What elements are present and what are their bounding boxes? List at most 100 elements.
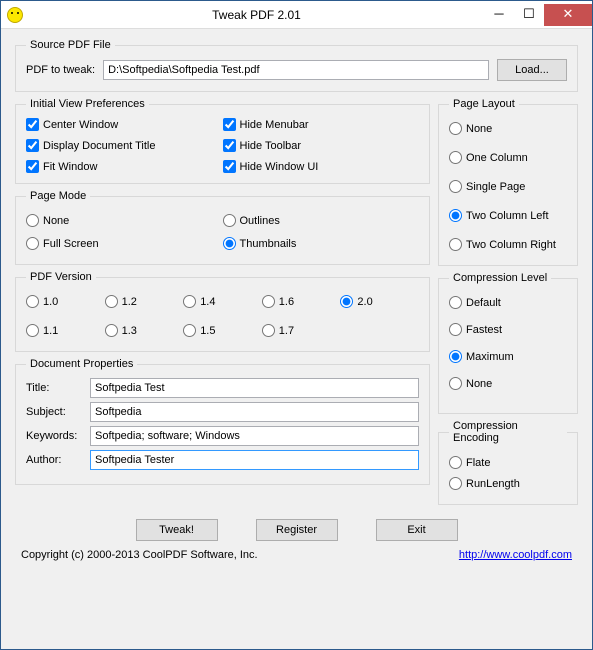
pdf-version-label: 1.5 — [200, 325, 215, 337]
footer: Copyright (c) 2000-2013 CoolPDF Software… — [15, 549, 578, 561]
website-link[interactable]: http://www.coolpdf.com — [459, 549, 572, 561]
initial-view-checkbox[interactable] — [223, 139, 236, 152]
tweak-button[interactable]: Tweak! — [136, 519, 218, 541]
pdf-to-tweak-label: PDF to tweak: — [26, 64, 95, 76]
source-pdf-group: Source PDF File PDF to tweak: Load... — [15, 39, 578, 92]
compression-encoding-item: RunLength — [449, 477, 567, 490]
pdf-version-label: 1.3 — [122, 325, 137, 337]
page-mode-item: Outlines — [223, 214, 420, 227]
page-mode-radio[interactable] — [223, 214, 236, 227]
page-mode-radio[interactable] — [26, 237, 39, 250]
compression-encoding-radio[interactable] — [449, 477, 462, 490]
page-layout-radio[interactable] — [449, 151, 462, 164]
maximize-button[interactable]: ☐ — [514, 4, 544, 26]
initial-view-label: Fit Window — [43, 161, 97, 173]
page-layout-label: Two Column Left — [466, 210, 549, 222]
compression-encoding-label: Flate — [466, 457, 490, 469]
pdf-version-radio[interactable] — [183, 295, 196, 308]
page-layout-radio[interactable] — [449, 238, 462, 251]
pdf-version-radio[interactable] — [26, 324, 39, 337]
compression-level-label: Maximum — [466, 351, 514, 363]
page-layout-radio[interactable] — [449, 122, 462, 135]
subject-input[interactable] — [90, 402, 419, 422]
pdf-version-radio[interactable] — [105, 324, 118, 337]
pdf-version-label: 1.0 — [43, 296, 58, 308]
compression-level-item: Default — [449, 296, 567, 309]
pdf-version-item: 1.0 — [26, 295, 105, 308]
compression-level-item: None — [449, 377, 567, 390]
page-mode-label: None — [43, 215, 69, 227]
pdf-version-group: PDF Version 1.0 1.21.4 1.6 2.0 1.1 1.3 1.5 1.7 — [15, 271, 430, 352]
pdf-version-item: 1.4 — [183, 295, 262, 308]
compression-level-radio[interactable] — [449, 323, 462, 336]
page-mode-item: Thumbnails — [223, 237, 420, 250]
pdf-version-radio[interactable] — [262, 324, 275, 337]
page-mode-label: Full Screen — [43, 238, 99, 250]
page-layout-label: Two Column Right — [466, 239, 556, 251]
compression-level-radio[interactable] — [449, 350, 462, 363]
titlebar: Tweak PDF 2.01 ─ ☐ ✕ — [1, 1, 592, 29]
compression-level-group: Compression Level Default Fastest Maximum N… — [438, 272, 578, 414]
page-layout-item: Two Column Right — [449, 238, 567, 251]
initial-view-checkbox[interactable] — [223, 118, 236, 131]
pdf-version-label: 1.6 — [279, 296, 294, 308]
pdf-version-legend: PDF Version — [26, 271, 96, 283]
page-mode-radio[interactable] — [26, 214, 39, 227]
pdf-path-input[interactable] — [103, 60, 489, 80]
compression-level-radio[interactable] — [449, 377, 462, 390]
close-button[interactable]: ✕ — [544, 4, 592, 26]
doc-props-group: Document Properties Title: Subject: Keyw… — [15, 358, 430, 485]
register-button[interactable]: Register — [256, 519, 338, 541]
content-area: Source PDF File PDF to tweak: Load... In… — [1, 29, 592, 649]
minimize-button[interactable]: ─ — [484, 4, 514, 26]
pdf-version-radio[interactable] — [26, 295, 39, 308]
initial-view-label: Hide Toolbar — [240, 140, 302, 152]
page-mode-label: Thumbnails — [240, 238, 297, 250]
initial-view-checkbox[interactable] — [26, 160, 39, 173]
compression-level-label: Fastest — [466, 324, 502, 336]
initial-view-checkbox[interactable] — [26, 139, 39, 152]
compression-encoding-radio[interactable] — [449, 456, 462, 469]
initial-view-item: Hide Window UI — [223, 160, 420, 173]
exit-button[interactable]: Exit — [376, 519, 458, 541]
doc-props-legend: Document Properties — [26, 358, 137, 370]
initial-view-legend: Initial View Preferences — [26, 98, 149, 110]
pdf-version-radio[interactable] — [105, 295, 118, 308]
compression-level-legend: Compression Level — [449, 272, 551, 284]
compression-level-label: None — [466, 378, 492, 390]
bottom-buttons: Tweak! Register Exit — [15, 519, 578, 541]
pdf-version-item: 1.6 — [262, 295, 341, 308]
compression-level-label: Default — [466, 297, 501, 309]
initial-view-label: Display Document Title — [43, 140, 156, 152]
initial-view-item: Display Document Title — [26, 139, 223, 152]
initial-view-item: Fit Window — [26, 160, 223, 173]
keywords-input[interactable] — [90, 426, 419, 446]
page-mode-radio[interactable] — [223, 237, 236, 250]
page-mode-group: Page Mode None Outlines Full Screen Thumbna… — [15, 190, 430, 265]
initial-view-label: Hide Window UI — [240, 161, 319, 173]
page-layout-radio[interactable] — [449, 209, 462, 222]
pdf-version-radio[interactable] — [262, 295, 275, 308]
load-button[interactable]: Load... — [497, 59, 567, 81]
copyright-text: Copyright (c) 2000-2013 CoolPDF Software… — [21, 549, 258, 561]
pdf-version-item: 1.2 — [105, 295, 184, 308]
page-mode-legend: Page Mode — [26, 190, 90, 202]
compression-encoding-label: RunLength — [466, 478, 520, 490]
title-label: Title: — [26, 382, 82, 394]
compression-encoding-group: Compression Encoding FlateRunLength — [438, 420, 578, 505]
initial-view-checkbox[interactable] — [223, 160, 236, 173]
pdf-version-label: 1.1 — [43, 325, 58, 337]
pdf-version-radio[interactable] — [340, 295, 353, 308]
page-layout-radio[interactable] — [449, 180, 462, 193]
author-input[interactable] — [90, 450, 419, 470]
pdf-version-item: 2.0 — [340, 295, 419, 308]
pdf-version-item: 1.7 — [262, 324, 341, 337]
window-controls: ─ ☐ ✕ — [484, 4, 592, 26]
app-window: Tweak PDF 2.01 ─ ☐ ✕ Source PDF File PDF… — [0, 0, 593, 650]
pdf-version-radio[interactable] — [183, 324, 196, 337]
compression-level-radio[interactable] — [449, 296, 462, 309]
initial-view-group: Initial View Preferences Center Window Hi… — [15, 98, 430, 184]
initial-view-checkbox[interactable] — [26, 118, 39, 131]
title-input[interactable] — [90, 378, 419, 398]
initial-view-label: Center Window — [43, 119, 118, 131]
